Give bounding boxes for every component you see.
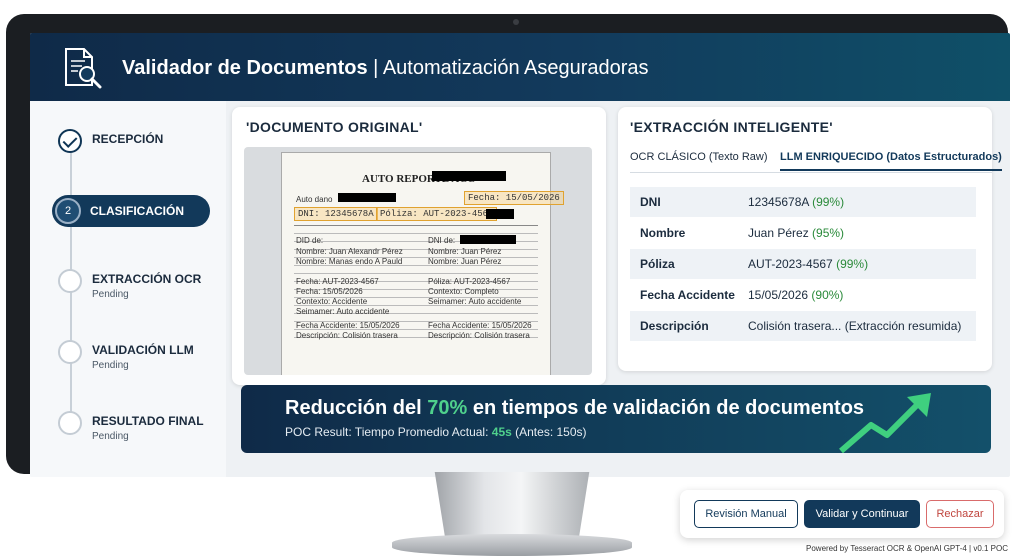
- results-banner: Reducción del 70% en tiempos de validaci…: [241, 385, 991, 453]
- field-value: AUT-2023-4567 (99%): [748, 257, 869, 271]
- field-row-dni: DNI 12345678A (99%): [630, 187, 976, 217]
- extraction-panel: 'EXTRACCIÓN INTELIGENTE' OCR CLÁSICO (Te…: [618, 107, 1002, 371]
- doc-line: Fecha: AUT-2023-4567: [296, 277, 379, 286]
- field-key: Póliza: [640, 257, 675, 271]
- progress-sidebar: RECEPCIÓN 2 CLASIFICACIÓN EXTRACCIÓN OCR…: [30, 101, 226, 477]
- powered-by-footer: Powered by Tesseract OCR & OpenAI GPT-4 …: [806, 544, 1009, 553]
- step-label: RESULTADO FINAL: [92, 414, 204, 428]
- app-screen: Validador de Documentos | Automatización…: [30, 33, 1010, 477]
- banner-percentage: 70%: [427, 397, 468, 419]
- doc-line: Descripción: Colisión trasera: [296, 331, 398, 340]
- step-number: 2: [55, 198, 81, 224]
- step-clasificacion[interactable]: 2 CLASIFICACIÓN: [52, 195, 210, 227]
- highlight-dni[interactable]: DNI: 12345678A: [294, 207, 378, 221]
- step-status: Pending: [92, 360, 129, 371]
- field-row-poliza: Póliza AUT-2023-4567 (99%): [630, 249, 976, 279]
- doc-line: Contexto: Completo: [428, 287, 499, 296]
- field-key: Descripción: [640, 319, 709, 333]
- confidence-badge: (95%): [812, 226, 845, 240]
- doc-line: DID de:: [296, 236, 324, 245]
- field-value: Juan Pérez (95%): [748, 226, 845, 240]
- document-search-icon: [65, 48, 102, 89]
- original-document-panel: 'DOCUMENTO ORIGINAL' AUTO REPORTE ACC Au…: [232, 107, 606, 385]
- redaction: [460, 235, 516, 244]
- doc-line: Contexto: Accidente: [296, 297, 368, 306]
- field-key: Nombre: [640, 226, 686, 240]
- field-value: 15/05/2026 (90%): [748, 288, 844, 302]
- step-status: Pending: [92, 289, 129, 300]
- field-row-nombre: Nombre Juan Pérez (95%): [630, 218, 976, 248]
- trend-up-arrow-icon: [839, 393, 931, 453]
- step-label: EXTRACCIÓN OCR: [92, 272, 202, 286]
- doc-line: Nombre: Juan Pérez: [428, 247, 502, 256]
- check-icon: [58, 129, 82, 153]
- reject-button[interactable]: Rechazar: [926, 500, 994, 528]
- tab-ocr-clasico[interactable]: OCR CLÁSICO (Texto Raw): [630, 151, 768, 163]
- monitor-base: [392, 534, 632, 556]
- pending-circle-icon: [58, 269, 82, 293]
- monitor-stand: [434, 472, 590, 542]
- tab-llm-enriquecido[interactable]: LLM ENRIQUECIDO (Datos Estructurados): [780, 151, 1002, 171]
- redaction: [338, 193, 396, 202]
- field-value: Colisión trasera... (Extracción resumida…: [748, 319, 962, 333]
- step-label: RECEPCIÓN: [92, 132, 164, 146]
- field-value: 12345678A (99%): [748, 195, 845, 209]
- banner-time-value: 45s: [491, 425, 512, 439]
- extraction-tabs: OCR CLÁSICO (Texto Raw) LLM ENRIQUECIDO …: [630, 147, 1002, 173]
- doc-line: Póliza: AUT-2023-4567: [428, 277, 511, 286]
- confidence-badge: (90%): [811, 288, 844, 302]
- highlight-poliza[interactable]: Póliza: AUT-2023-4567: [376, 207, 498, 221]
- field-key: DNI: [640, 195, 661, 209]
- step-status: Pending: [92, 431, 129, 442]
- redaction: [486, 209, 514, 219]
- doc-line: Nombre: Juan Pérez: [428, 257, 502, 266]
- doc-line: Nombre: Manas endo A Pauld: [296, 257, 403, 266]
- step-resultado-final[interactable]: RESULTADO FINAL Pending: [54, 407, 224, 447]
- webcam: [513, 19, 519, 25]
- confidence-badge: (99%): [812, 195, 845, 209]
- document-image[interactable]: AUTO REPORTE ACC Auto dano Fecha: 15/05/…: [244, 147, 592, 375]
- app-title-separator: |: [367, 57, 383, 79]
- app-title-main: Validador de Documentos: [122, 57, 368, 79]
- doc-line: Seimamer: Auto accidente: [428, 297, 522, 306]
- doc-line: Nombre: Juan Alexandr Pérez: [296, 247, 403, 256]
- redaction: [432, 171, 506, 181]
- app-title-sub: Automatización Aseguradoras: [382, 57, 649, 79]
- doc-line: DNI de:: [428, 236, 456, 245]
- doc-line: Fecha Accidente: 15/05/2026: [428, 321, 532, 330]
- confidence-badge: (99%): [836, 257, 869, 271]
- monitor-frame: Validador de Documentos | Automatización…: [6, 14, 1010, 477]
- banner-subtext: POC Result: Tiempo Promedio Actual: 45s …: [285, 425, 587, 439]
- step-recepcion[interactable]: RECEPCIÓN: [54, 125, 224, 165]
- step-extraccion-ocr[interactable]: EXTRACCIÓN OCR Pending: [54, 265, 224, 305]
- doc-line: Seimamer: Auto accidente: [296, 307, 390, 316]
- step-label: CLASIFICACIÓN: [90, 204, 184, 218]
- field-row-descripcion: Descripción Colisión trasera... (Extracc…: [630, 311, 976, 341]
- app-header: Validador de Documentos | Automatización…: [30, 33, 1010, 101]
- document-paper: AUTO REPORTE ACC Auto dano Fecha: 15/05/…: [282, 153, 564, 375]
- field-row-fecha-accidente: Fecha Accidente 15/05/2026 (90%): [630, 280, 976, 310]
- pending-circle-icon: [58, 340, 82, 364]
- highlight-fecha[interactable]: Fecha: 15/05/2026: [464, 191, 564, 205]
- field-key: Fecha Accidente: [640, 288, 735, 302]
- pending-circle-icon: [58, 411, 82, 435]
- doc-line: Fecha: 15/05/2026: [296, 287, 363, 296]
- banner-headline: Reducción del 70% en tiempos de validaci…: [285, 397, 865, 419]
- step-label: VALIDACIÓN LLM: [92, 343, 194, 357]
- panel-title: 'EXTRACCIÓN INTELIGENTE': [630, 119, 833, 135]
- doc-auto-label: Auto dano: [296, 195, 333, 204]
- action-bar: Revisión Manual Validar y Continuar Rech…: [680, 490, 1004, 538]
- doc-line: Fecha Accidente: 15/05/2026: [296, 321, 400, 330]
- app-title: Validador de Documentos | Automatización…: [122, 57, 649, 80]
- step-validacion-llm[interactable]: VALIDACIÓN LLM Pending: [54, 336, 224, 376]
- validate-continue-button[interactable]: Validar y Continuar: [804, 500, 920, 528]
- manual-review-button[interactable]: Revisión Manual: [694, 500, 798, 528]
- doc-line: Descripción: Colisión trasera: [428, 331, 530, 340]
- panel-title: 'DOCUMENTO ORIGINAL': [246, 119, 423, 135]
